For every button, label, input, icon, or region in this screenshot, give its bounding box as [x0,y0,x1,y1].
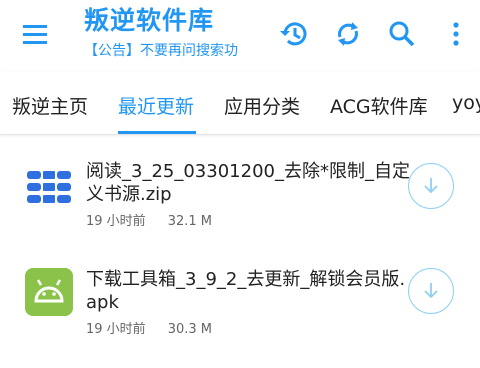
striped-archive-icon [25,163,73,211]
download-arrow-icon [424,283,438,299]
file-time: 19 小时前 [86,214,146,229]
file-meta: 19 小时前 32.1 M [86,210,212,229]
file-name: 下载工具箱_3_9_2_去更新_解锁会员版.apk [86,269,406,313]
more-vert-icon[interactable] [440,18,472,50]
file-time: 19 小时前 [86,322,146,337]
history-icon[interactable] [278,18,310,50]
menu-icon[interactable] [21,22,49,46]
active-tab-indicator [118,131,196,134]
tab-recent-updates[interactable]: 最近更新 [118,92,194,119]
file-size: 30.3 M [167,322,212,337]
android-icon [25,268,73,316]
download-arrow-icon [424,178,438,194]
file-size: 32.1 M [167,214,212,229]
announcement-subtitle[interactable]: 【公告】不要再问搜索功 [84,41,238,61]
list-item[interactable]: 阅读_3_25_03301200_去除*限制_自定义书源.zip 19 小时前 3… [0,150,480,260]
list-item[interactable]: 下载工具箱_3_9_2_去更新_解锁会员版.apk 19 小时前 30.3 M [0,258,480,368]
search-icon[interactable] [386,18,418,50]
download-button[interactable] [408,163,454,209]
category-tabs: 叛逆主页 最近更新 应用分类 ACG软件库 yoy [0,72,480,135]
title-block: 叛逆软件库 【公告】不要再问搜索功 [84,4,238,61]
tab-app-categories[interactable]: 应用分类 [224,92,300,119]
app-title: 叛逆软件库 [84,6,215,35]
tab-yoy[interactable]: yoy [452,92,480,114]
sync-icon[interactable] [332,18,364,50]
file-name: 阅读_3_25_03301200_去除*限制_自定义书源.zip [86,161,410,205]
app-bar: 叛逆软件库 【公告】不要再问搜索功 [0,0,480,72]
download-button[interactable] [408,268,454,314]
tab-home[interactable]: 叛逆主页 [12,92,88,119]
file-meta: 19 小时前 30.3 M [86,318,212,337]
tab-acg-library[interactable]: ACG软件库 [330,92,428,119]
